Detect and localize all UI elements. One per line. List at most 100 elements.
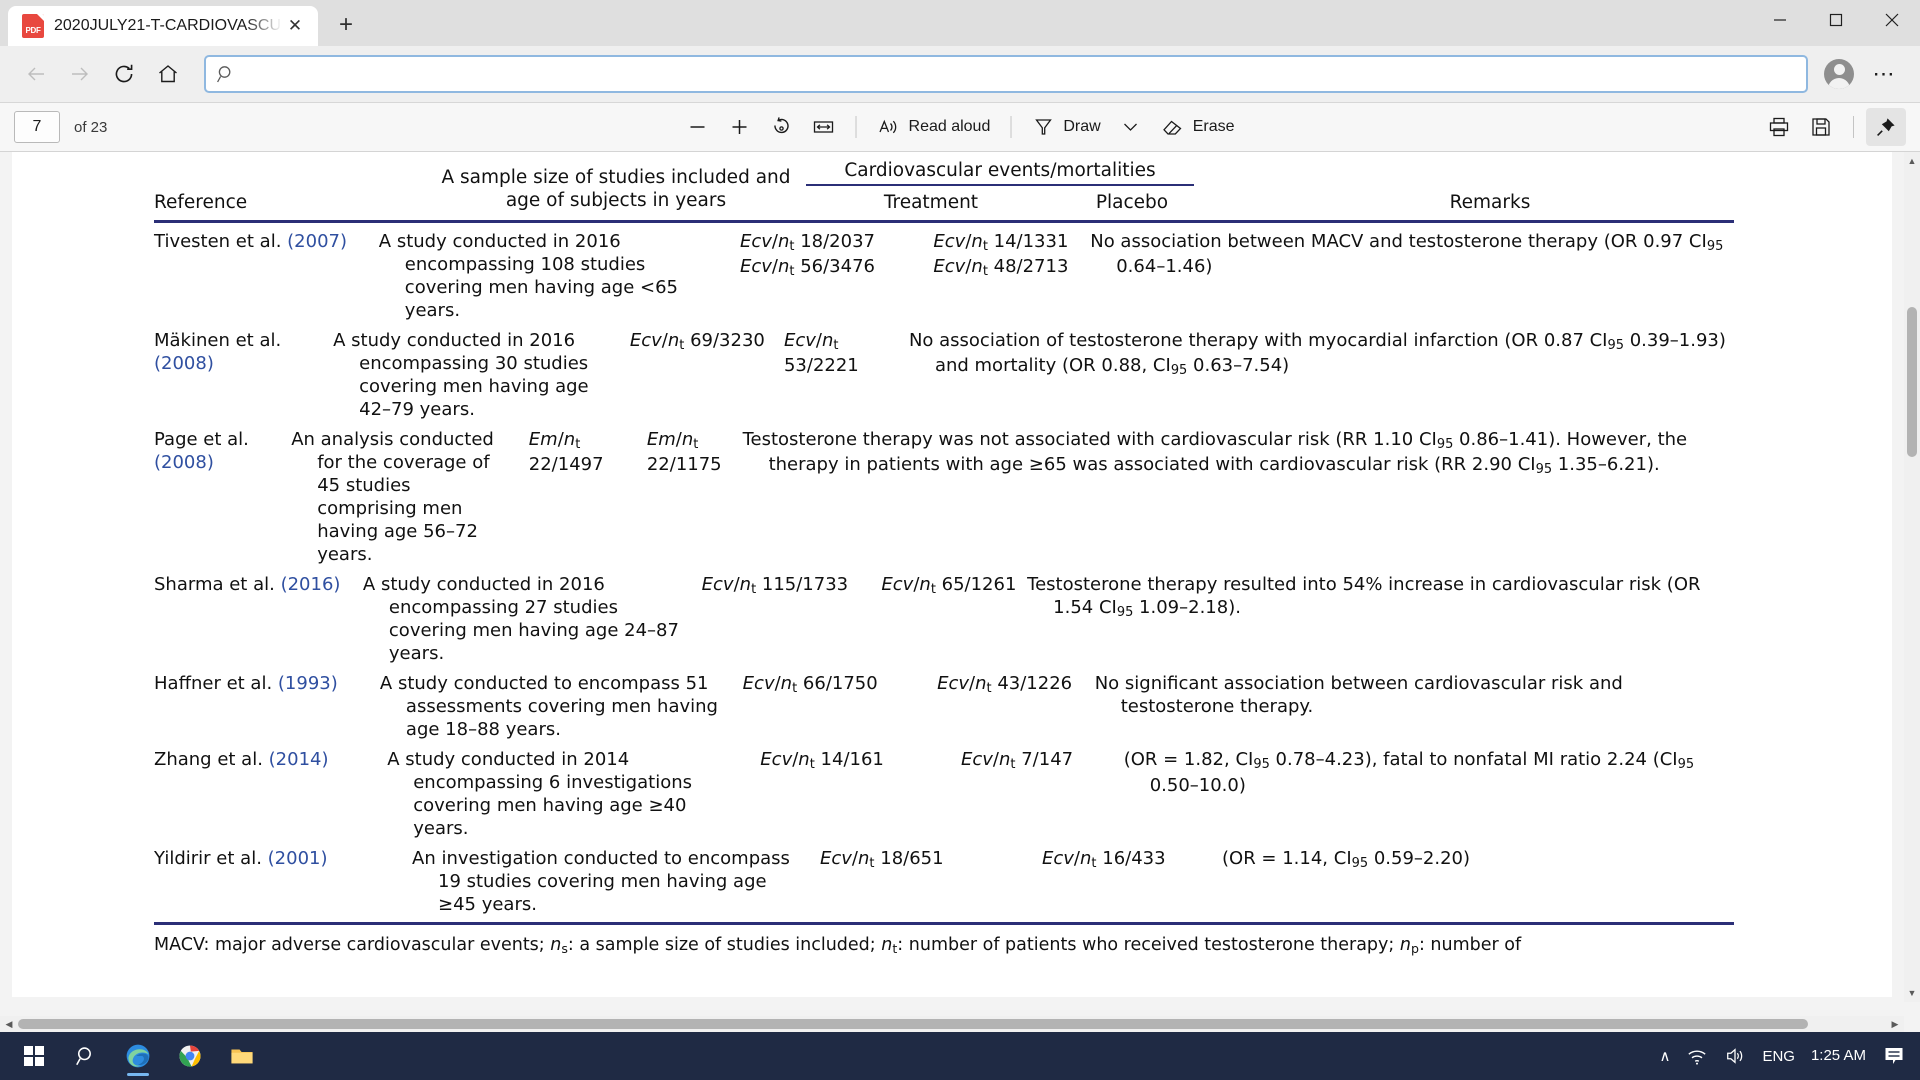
edge-browser-icon	[126, 1044, 150, 1068]
taskbar-edge-button[interactable]	[114, 1034, 162, 1078]
draw-options-button[interactable]	[1111, 108, 1151, 146]
address-bar[interactable]	[204, 55, 1808, 93]
close-window-button[interactable]	[1864, 0, 1920, 40]
horizontal-scrollbar[interactable]: ◀ ▶	[0, 1016, 1904, 1032]
notifications-icon[interactable]	[1882, 1045, 1906, 1067]
tab-title: 2020JULY21-T-CARDIOVASCULA	[54, 17, 282, 34]
cell-remarks: No association of testosterone therapy w…	[908, 329, 1726, 378]
language-indicator[interactable]: ENG	[1762, 1048, 1795, 1065]
close-icon	[1885, 13, 1899, 27]
zoom-out-button[interactable]	[678, 108, 718, 146]
scroll-up-icon[interactable]: ▲	[1904, 152, 1920, 170]
scroll-right-icon[interactable]: ▶	[1886, 1016, 1904, 1032]
browser-window: PDF 2020JULY21-T-CARDIOVASCULA ✕ + ⋯ 7 o…	[0, 0, 1920, 1032]
cell-remarks: Testosterone therapy resulted into 54% i…	[1027, 573, 1701, 620]
cell-reference: Tivesten et al. (2007)	[154, 230, 347, 252]
pdf-toolbar-center-group: Read aloud Draw Erase	[678, 108, 1243, 146]
cell-treatment: Ecv/nt 115/1733	[701, 573, 849, 597]
minimize-button[interactable]	[1752, 0, 1808, 40]
column-header-reference: Reference	[154, 192, 248, 213]
page-number-input[interactable]: 7	[14, 111, 60, 143]
folder-icon	[231, 1049, 253, 1064]
reload-button[interactable]	[104, 54, 144, 94]
draw-label: Draw	[1063, 118, 1101, 135]
cell-treatment: Ecv/nt 18/651	[820, 848, 944, 872]
pin-toolbar-button[interactable]	[1866, 108, 1906, 146]
close-tab-icon[interactable]: ✕	[282, 13, 308, 39]
cell-remarks: Testosterone therapy was not associated …	[742, 428, 1688, 478]
pdf-toolbar-right-group	[1759, 108, 1906, 146]
clock[interactable]: 1:25 AM	[1811, 1047, 1866, 1064]
home-icon	[159, 65, 177, 83]
pdf-document-viewport[interactable]: Reference A sample size of studies inclu…	[0, 152, 1920, 1032]
taskbar-chrome-button[interactable]	[166, 1034, 214, 1078]
cell-remarks: No significant association between cardi…	[1094, 673, 1623, 718]
taskbar-file-explorer-button[interactable]	[218, 1034, 266, 1078]
new-tab-button[interactable]: +	[326, 7, 366, 43]
cell-description: A study conducted to encompass 51 assess…	[379, 673, 718, 741]
cell-description: An analysis conducted for the coverage o…	[291, 428, 494, 565]
cell-placebo: Em/nt 22/1175	[646, 428, 722, 476]
tray-expand-icon[interactable]: ∧	[1659, 1047, 1670, 1065]
address-input[interactable]	[244, 65, 1796, 83]
scroll-down-icon[interactable]: ▼	[1904, 984, 1920, 1002]
column-header-placebo: Placebo	[1095, 192, 1169, 213]
windows-taskbar: ∧ ENG 1:25 AM	[0, 1032, 1920, 1080]
pdf-favicon-icon: PDF	[22, 14, 44, 38]
start-button[interactable]	[10, 1034, 58, 1078]
erase-label: Erase	[1192, 118, 1235, 135]
column-header-group: Cardiovascular events/mortalities Treatm…	[806, 160, 1734, 213]
scroll-left-icon[interactable]: ◀	[0, 1016, 18, 1032]
forward-button[interactable]	[60, 54, 100, 94]
cell-reference: Zhang et al. (2014)	[154, 749, 329, 771]
horizontal-scroll-thumb[interactable]	[18, 1019, 1808, 1029]
browser-tab[interactable]: PDF 2020JULY21-T-CARDIOVASCULA ✕	[8, 6, 318, 46]
cell-remarks: No association between MACV and testoste…	[1090, 230, 1724, 277]
cell-treatment: Ecv/nt 66/1750	[742, 673, 878, 696]
draw-pen-icon	[1035, 119, 1052, 135]
rotate-button[interactable]	[762, 108, 802, 146]
cell-description: A study conducted in 2016 encompassing 1…	[378, 230, 679, 321]
save-button[interactable]	[1801, 108, 1841, 146]
read-aloud-button[interactable]: Read aloud	[869, 108, 999, 146]
chevron-down-icon	[1124, 123, 1138, 131]
cell-treatment: Em/nt 22/1497	[528, 428, 604, 476]
draw-button[interactable]: Draw	[1023, 108, 1108, 146]
toolbar-divider-2	[1010, 116, 1012, 138]
taskbar-search-button[interactable]	[62, 1034, 110, 1078]
volume-icon[interactable]	[1724, 1046, 1746, 1066]
cell-reference: Haffner et al. (1993)	[154, 673, 338, 695]
back-button[interactable]	[16, 54, 56, 94]
home-button[interactable]	[148, 54, 188, 94]
save-disk-icon	[1812, 118, 1830, 136]
cell-description: A study conducted in 2016 encompassing 2…	[362, 573, 679, 665]
arrow-right-icon	[72, 67, 88, 81]
browser-settings-button[interactable]: ⋯	[1864, 54, 1904, 94]
rotate-icon	[774, 117, 789, 134]
fit-to-width-button[interactable]	[804, 108, 844, 146]
wifi-icon[interactable]	[1686, 1046, 1708, 1066]
cell-treatment: Ecv/nt 18/2037 Ecv/nt 56/3476	[739, 230, 875, 279]
cell-reference: Yildirir et al. (2001)	[154, 848, 328, 870]
maximize-icon	[1829, 13, 1843, 27]
zoom-in-button[interactable]	[720, 108, 760, 146]
cell-placebo: Ecv/nt 65/1261	[881, 573, 1017, 597]
cell-remarks: (OR = 1.82, CI95 0.78–4.23), fatal to no…	[1123, 749, 1695, 796]
read-aloud-icon	[879, 119, 897, 134]
cell-treatment: Ecv/nt 69/3230	[629, 329, 765, 353]
profile-avatar[interactable]	[1824, 59, 1854, 89]
cell-description: An investigation conducted to encompass …	[412, 848, 790, 916]
vertical-scroll-thumb[interactable]	[1907, 307, 1917, 457]
column-header-sample-size: A sample size of studies included and ag…	[412, 166, 820, 213]
table-row: Mäkinen et al. (2008) A study conducted i…	[154, 322, 1734, 421]
taskbar-left-group	[0, 1034, 266, 1078]
erase-button[interactable]: Erase	[1153, 108, 1243, 146]
tab-strip: PDF 2020JULY21-T-CARDIOVASCULA ✕ +	[0, 0, 1920, 46]
print-button[interactable]	[1759, 108, 1799, 146]
vertical-scrollbar[interactable]: ▲ ▼	[1904, 152, 1920, 1002]
sub-header-row: Treatment Placebo Remarks	[820, 192, 1734, 213]
window-controls	[1752, 0, 1920, 46]
cell-placebo: Ecv/nt 53/2221	[783, 329, 859, 377]
maximize-button[interactable]	[1808, 0, 1864, 40]
group-header-cardiovascular: Cardiovascular events/mortalities	[844, 160, 1156, 181]
